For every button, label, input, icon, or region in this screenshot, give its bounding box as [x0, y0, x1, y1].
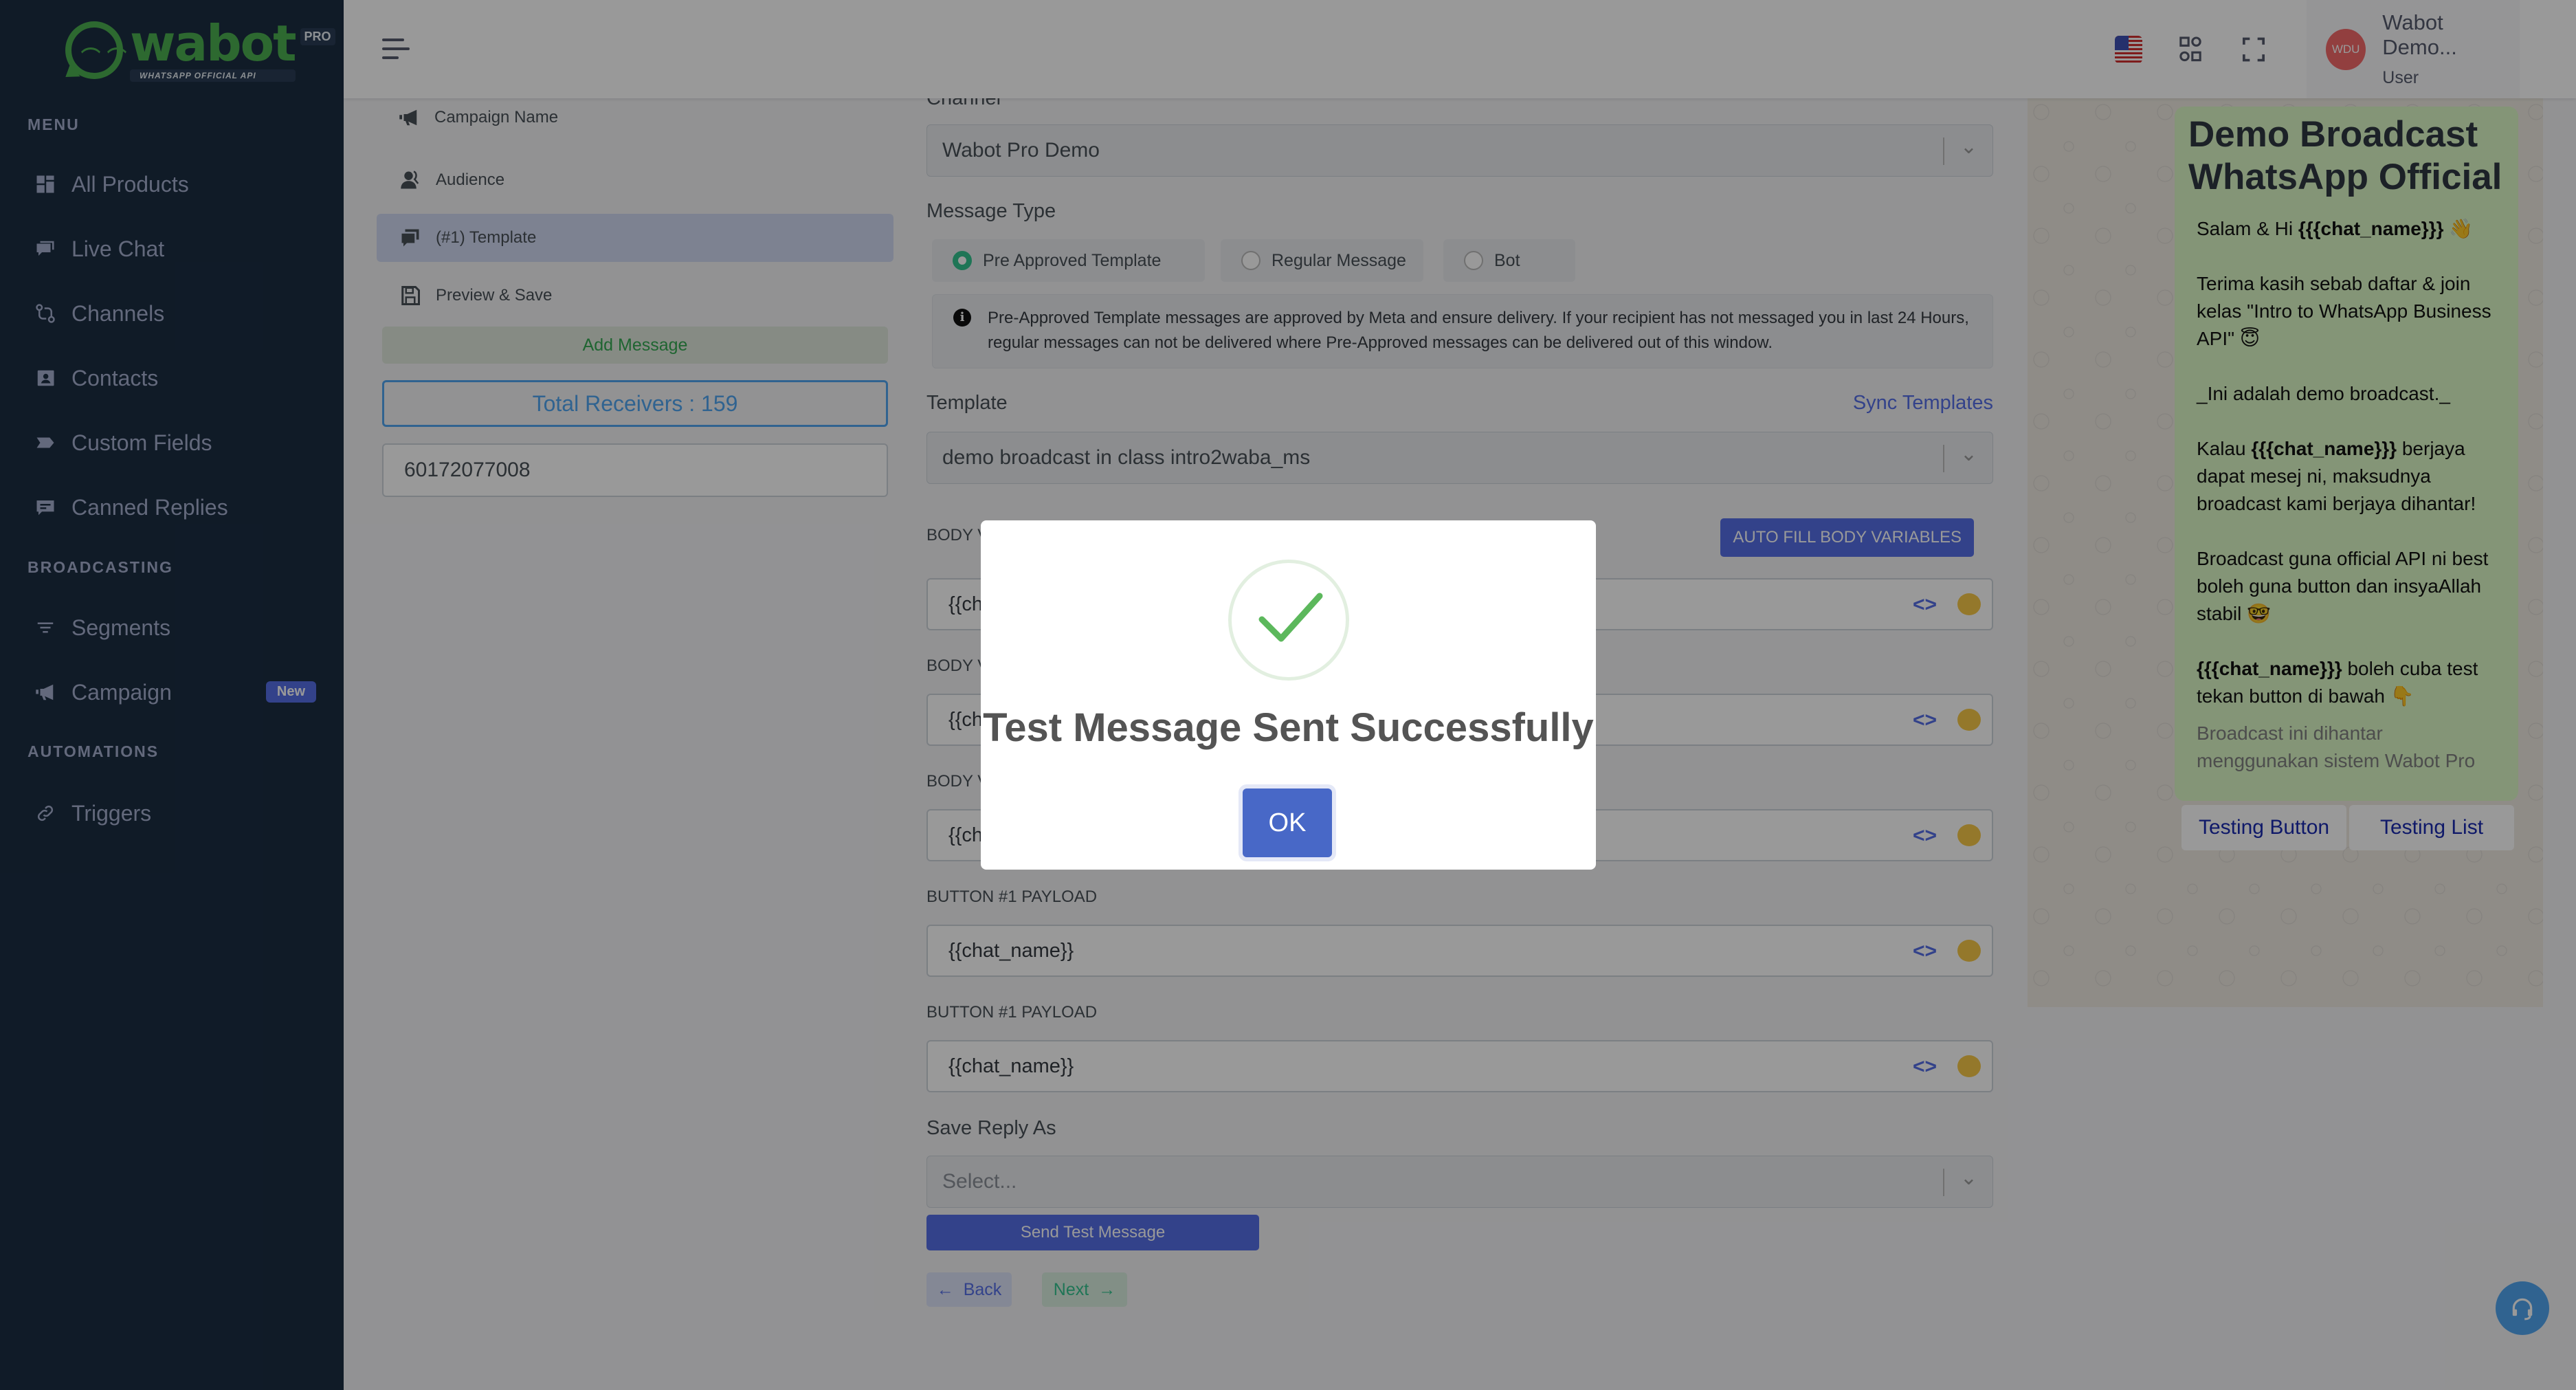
- success-dialog: Test Message Sent Successfully OK: [981, 520, 1596, 870]
- ok-button[interactable]: OK: [1243, 788, 1332, 857]
- dialog-title: Test Message Sent Successfully: [983, 705, 1594, 750]
- success-check-icon: [1228, 560, 1349, 681]
